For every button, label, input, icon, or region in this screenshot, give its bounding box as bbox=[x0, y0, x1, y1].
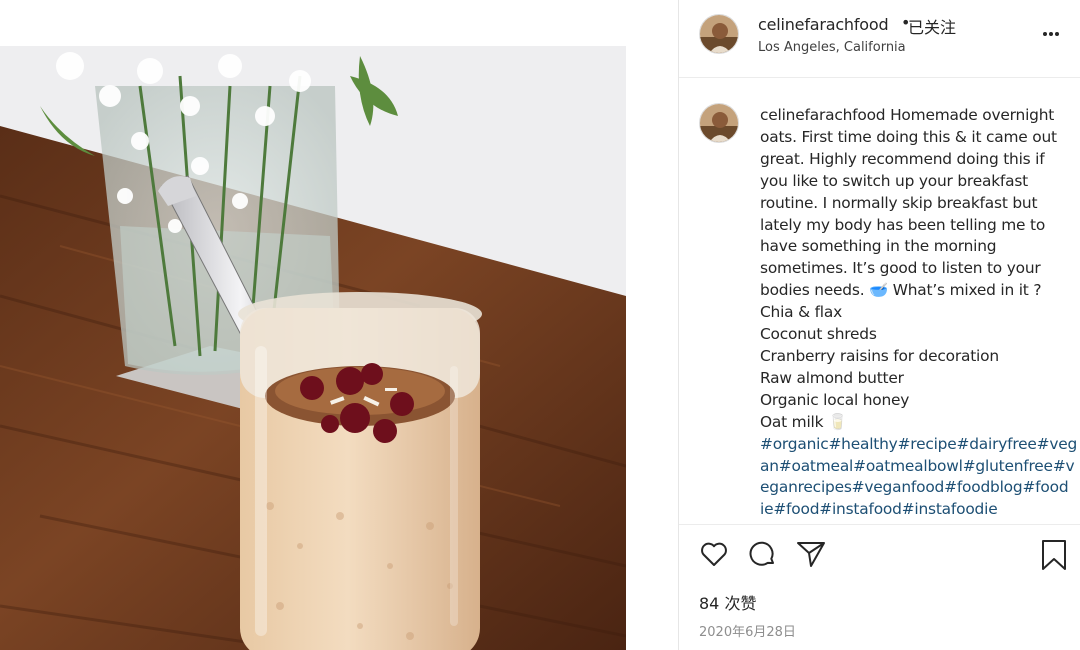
caption-text: sometimes. It’s good to listen to your bbox=[760, 259, 1041, 278]
hashtag-links[interactable]: eganrecipes#veganfood#foodblog#food bbox=[760, 477, 1072, 499]
caption-text: lately my body has been telling me to bbox=[760, 215, 1046, 234]
post-author-username[interactable]: celinefarachfood bbox=[758, 15, 889, 34]
caption-text: have something in the morning bbox=[760, 237, 997, 256]
hashtag-links[interactable]: #organic#healthy#recipe#dairyfree#veg bbox=[760, 434, 1077, 456]
ellipsis-horizontal-icon[interactable] bbox=[1041, 24, 1061, 44]
like-count[interactable]: 84 次赞 bbox=[699, 590, 756, 614]
ingredient-item: Oat milk 🥛 bbox=[760, 412, 847, 431]
caption-username[interactable]: celinefarachfood bbox=[760, 106, 886, 124]
caption-text: routine. I normally skip breakfast but bbox=[760, 193, 1038, 212]
bookmark-icon[interactable] bbox=[1040, 539, 1068, 575]
paper-plane-icon[interactable] bbox=[796, 539, 826, 573]
post-photo[interactable] bbox=[0, 46, 626, 650]
post-date: 2020年6月28日 bbox=[699, 625, 796, 640]
caption-text: oats. First time doing this & it came ou… bbox=[760, 127, 1057, 146]
ingredient-item: Cranberry raisins for decoration bbox=[760, 346, 999, 365]
overnight-oats-jar-image bbox=[0, 46, 626, 650]
ingredient-item: Organic local honey bbox=[760, 390, 910, 409]
ingredient-item: Coconut shreds bbox=[760, 325, 877, 344]
caption-text: bodies needs. 🥣 What’s mixed in it ? bbox=[760, 281, 1042, 300]
post-details-panel: celinefarachfood • 已关注 Los Angeles, Cali… bbox=[678, 0, 1080, 650]
avatar[interactable] bbox=[699, 14, 739, 54]
follow-status-button[interactable]: 已关注 bbox=[908, 14, 956, 38]
caption-text: you like to switch up your breakfast bbox=[760, 171, 1029, 190]
caption-line-1: celinefarachfood Homemade overnight bbox=[760, 105, 1072, 127]
avatar[interactable] bbox=[699, 103, 739, 143]
profile-photo-icon bbox=[700, 15, 738, 53]
heart-outline-icon[interactable] bbox=[699, 539, 729, 573]
ingredient-item: Chia & flax bbox=[760, 303, 843, 322]
hashtag-links[interactable]: ie#food#instafood#instafoodie bbox=[760, 499, 1072, 521]
post-caption: celinefarachfood Homemade overnight oats… bbox=[760, 105, 1077, 521]
comment-bubble-icon[interactable] bbox=[748, 539, 778, 573]
hashtag-links[interactable]: an#oatmeal#oatmealbowl#glutenfree#v bbox=[760, 456, 1075, 478]
post-location[interactable]: Los Angeles, California bbox=[758, 40, 906, 55]
header-divider bbox=[679, 77, 1080, 78]
caption-text: Homemade overnight bbox=[890, 106, 1055, 124]
caption-text: great. Highly recommend doing this if bbox=[760, 149, 1045, 168]
ingredient-item: Raw almond butter bbox=[760, 368, 904, 387]
profile-photo-icon bbox=[700, 104, 738, 142]
actions-divider bbox=[679, 524, 1080, 525]
